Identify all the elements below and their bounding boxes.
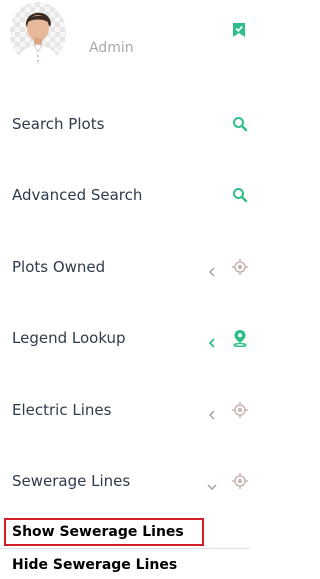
chevron-left-icon bbox=[208, 333, 216, 348]
submenu-show-sewerage-lines[interactable]: Show Sewerage Lines bbox=[0, 518, 256, 546]
menu-item-legend-lookup[interactable]: Legend Lookup bbox=[0, 320, 256, 356]
target-icon bbox=[232, 473, 248, 489]
menu-item-search-plots[interactable]: Search Plots bbox=[0, 106, 256, 142]
menu-item-label: Plots Owned bbox=[12, 258, 106, 276]
submenu-label: Show Sewerage Lines bbox=[12, 524, 184, 540]
divider bbox=[0, 548, 250, 549]
menu-item-label: Legend Lookup bbox=[12, 329, 126, 347]
menu-item-label: Search Plots bbox=[12, 115, 105, 133]
bookmark-check-icon[interactable] bbox=[232, 22, 246, 38]
location-pin-icon bbox=[232, 329, 248, 348]
target-icon bbox=[232, 402, 248, 418]
menu-item-advanced-search[interactable]: Advanced Search bbox=[0, 177, 256, 213]
search-icon bbox=[232, 187, 248, 203]
menu-item-label: Sewerage Lines bbox=[12, 472, 131, 490]
chevron-down-icon bbox=[207, 476, 217, 490]
menu-item-sewerage-lines[interactable]: Sewerage Lines bbox=[0, 463, 256, 499]
chevron-left-icon bbox=[208, 405, 216, 420]
profile-header: Admin bbox=[0, 0, 256, 80]
menu-item-label: Electric Lines bbox=[12, 401, 112, 419]
menu-item-label: Advanced Search bbox=[12, 186, 143, 204]
avatar[interactable] bbox=[10, 2, 66, 64]
chevron-left-icon bbox=[208, 262, 216, 277]
search-icon bbox=[232, 116, 248, 132]
user-avatar-icon bbox=[15, 12, 61, 64]
submenu-label: Hide Sewerage Lines bbox=[12, 557, 178, 573]
target-icon bbox=[232, 259, 248, 275]
user-name: Admin bbox=[89, 40, 134, 56]
menu-item-plots-owned[interactable]: Plots Owned bbox=[0, 249, 256, 285]
menu-item-electric-lines[interactable]: Electric Lines bbox=[0, 392, 256, 428]
submenu-hide-sewerage-lines[interactable]: Hide Sewerage Lines bbox=[0, 551, 256, 579]
